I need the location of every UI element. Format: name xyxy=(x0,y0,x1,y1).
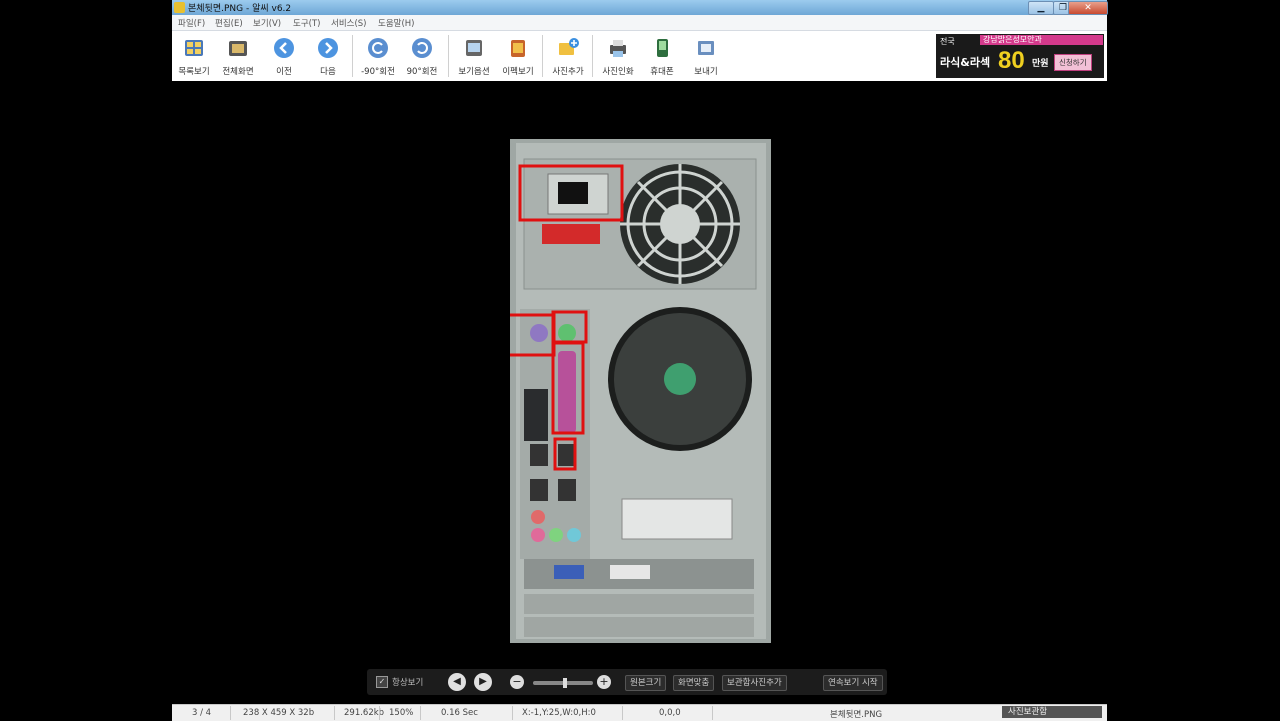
phone-button[interactable]: 휴대폰 xyxy=(640,37,684,81)
window-title: 본체뒷면.PNG - 알씨 v6.2 xyxy=(188,4,292,14)
slideshow-button[interactable]: 연속보기 시작 xyxy=(823,675,883,691)
print-photo-button[interactable]: 사진인화 xyxy=(596,37,640,81)
print-icon xyxy=(610,40,626,57)
arrow-left-icon xyxy=(274,38,294,58)
arrow-right-icon xyxy=(318,38,338,58)
status-dimensions: 238 X 459 X 32b xyxy=(243,708,315,718)
add-photo-button[interactable]: 사진추가 xyxy=(546,37,590,81)
rotate-ccw-button[interactable]: -90°회전 xyxy=(356,37,400,81)
menu-file[interactable]: 파일(F) xyxy=(178,17,205,29)
send-button[interactable]: 보내기 xyxy=(684,37,728,81)
menu-help[interactable]: 도움말(H) xyxy=(378,17,414,29)
status-time: 0.16 Sec xyxy=(441,708,478,718)
rotate-left-icon xyxy=(368,38,388,58)
original-size-button[interactable]: 원본크기 xyxy=(625,675,667,691)
fullscreen-icon xyxy=(229,41,247,56)
always-show-label: 항상보기 xyxy=(392,678,424,688)
status-index: 3 / 4 xyxy=(192,708,212,718)
zoom-out-icon[interactable]: − xyxy=(510,675,524,689)
menu-bar: 파일(F) 편집(E) 보기(V) 도구(T) 서비스(S) 도움말(H) xyxy=(172,15,1107,31)
zoom-in-icon[interactable]: + xyxy=(597,675,611,689)
computer-back-photo xyxy=(510,139,771,643)
send-icon xyxy=(698,41,714,55)
minimize-button[interactable]: ▁ xyxy=(1028,1,1054,15)
menu-view[interactable]: 보기(V) xyxy=(253,17,281,29)
album-dropdown[interactable]: 사진보관함 xyxy=(1002,706,1102,718)
app-icon xyxy=(174,2,185,13)
close-button[interactable]: ✕ xyxy=(1068,1,1108,15)
status-coords: X:-1,Y:25,W:0,H:0 xyxy=(522,708,596,718)
list-view-button[interactable]: 목록보기 xyxy=(172,37,216,81)
ad-apply-button[interactable]: 신청하기 xyxy=(1054,54,1092,71)
viewer-control-bar: ✓ 항상보기 ◀ ▶ − + 원본크기 화면맞춤 보관함사진추가 연속보기 시작 xyxy=(367,669,887,695)
status-filename: 본체뒷면.PNG xyxy=(830,710,883,720)
toolbar-separator xyxy=(448,35,449,77)
next-image-button[interactable]: ▶ xyxy=(474,673,492,691)
add-photo-icon xyxy=(559,38,579,55)
phone-icon xyxy=(657,39,668,57)
prev-image-button[interactable]: ◀ xyxy=(448,673,466,691)
always-show-checkbox[interactable]: ✓ xyxy=(376,676,388,688)
app-window: 본체뒷면.PNG - 알씨 v6.2 ▁ ❐ ✕ 파일(F) 편집(E) 보기(… xyxy=(172,0,1108,721)
rotate-cw-button[interactable]: 90°회전 xyxy=(400,37,444,81)
next-button[interactable]: 다음 xyxy=(306,37,350,81)
toolbar: 목록보기 전체화면 이전 다음 -90°회전 90°회전 보기옵션 이펙보기 사… xyxy=(172,31,1107,81)
add-to-album-button[interactable]: 보관함사진추가 xyxy=(722,675,787,691)
title-bar[interactable]: 본체뒷면.PNG - 알씨 v6.2 ▁ ❐ ✕ xyxy=(172,0,1108,15)
menu-tools[interactable]: 도구(T) xyxy=(293,17,320,29)
toolbar-separator xyxy=(592,35,593,77)
toolbar-separator xyxy=(542,35,543,77)
effect-view-button[interactable]: 이펙보기 xyxy=(496,37,540,81)
menu-service[interactable]: 서비스(S) xyxy=(331,17,367,29)
fit-screen-button[interactable]: 화면맞춤 xyxy=(673,675,715,691)
effect-icon xyxy=(511,40,525,57)
rotate-right-icon xyxy=(412,38,432,58)
ad-banner[interactable]: 전국 강남밝은성모안과 라식&라섹 80 만원 신청하기 xyxy=(936,34,1104,78)
fullscreen-button[interactable]: 전체화면 xyxy=(216,37,260,81)
list-view-icon xyxy=(185,40,203,56)
menu-edit[interactable]: 편집(E) xyxy=(215,17,243,29)
view-options-button[interactable]: 보기옵션 xyxy=(452,37,496,81)
zoom-slider-thumb[interactable] xyxy=(563,678,567,688)
status-zoom: 150% xyxy=(389,708,414,718)
prev-button[interactable]: 이전 xyxy=(262,37,306,81)
view-options-icon xyxy=(466,40,482,56)
status-bar: 3 / 4 238 X 459 X 32b 291.62kb 150% 0.16… xyxy=(172,704,1107,721)
status-offset: 0,0,0 xyxy=(659,708,681,718)
toolbar-separator xyxy=(352,35,353,77)
